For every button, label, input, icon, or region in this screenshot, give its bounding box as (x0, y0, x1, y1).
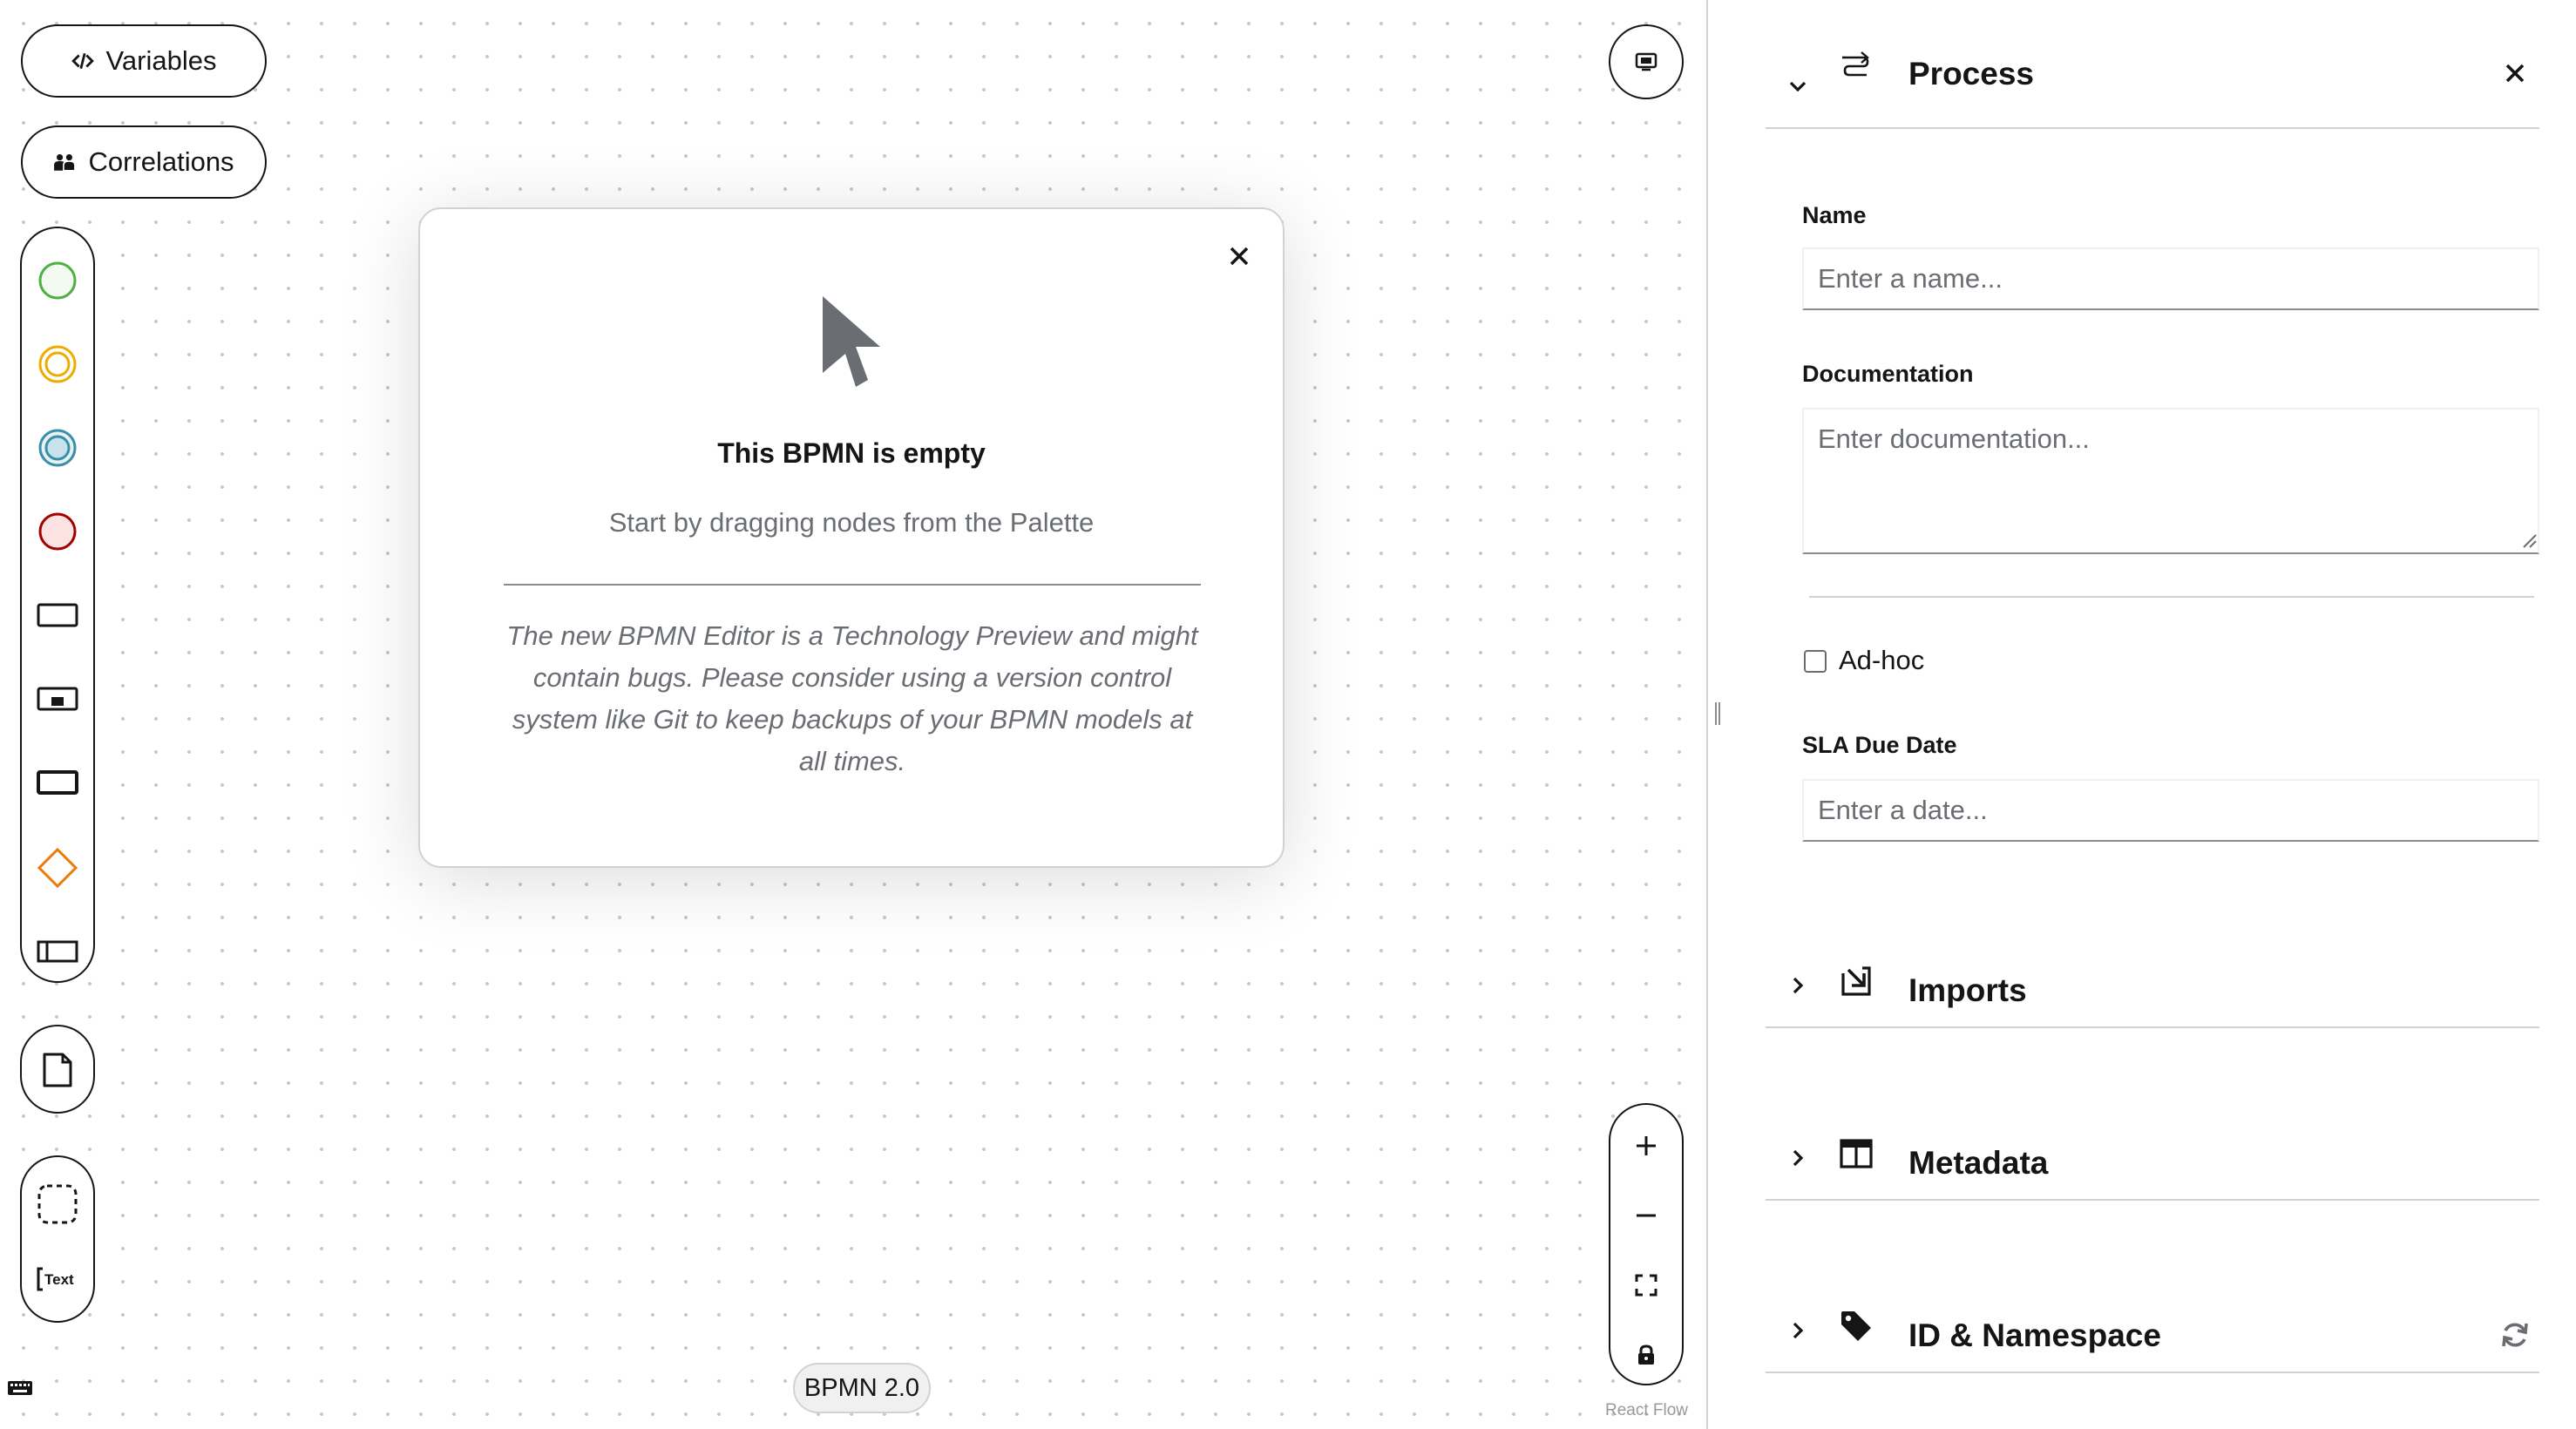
empty-state-subtitle: Start by dragging nodes from the Palette (608, 507, 1095, 538)
mouse-pointer-icon (823, 296, 880, 387)
tag-icon (1841, 1311, 1871, 1341)
process-collapse-toggle[interactable] (1783, 71, 1813, 101)
imports-section-header[interactable]: Imports (1766, 941, 2539, 1028)
empty-state-divider (504, 584, 1201, 586)
palette-end-event[interactable] (22, 497, 93, 566)
sync-icon (2502, 1323, 2528, 1347)
intermediate-throw-event-icon (38, 429, 77, 467)
section-divider (1809, 596, 2534, 598)
imports-section-icon (1839, 964, 1874, 999)
sla-due-date-input[interactable] (1802, 779, 2539, 842)
group-icon (37, 1184, 78, 1224)
imports-expand-toggle[interactable] (1783, 971, 1813, 1000)
metadata-section-header[interactable]: Metadata (1766, 1114, 2539, 1201)
data-object-icon (43, 1053, 72, 1087)
id-namespace-section-title: ID & Namespace (1908, 1317, 2161, 1353)
code-icon (71, 52, 94, 70)
start-event-icon (38, 261, 77, 300)
variables-label: Variables (105, 45, 217, 76)
process-flow-icon (1842, 51, 1869, 77)
process-section-title: Process (1908, 56, 2034, 91)
panel-resize-splitter[interactable] (1706, 0, 1727, 1429)
task-icon (37, 603, 78, 627)
zoom-controls (1609, 1103, 1684, 1385)
subprocess-icon (37, 687, 78, 711)
name-input[interactable] (1802, 247, 2539, 310)
keyboard-shortcuts-button[interactable] (7, 1378, 33, 1402)
regenerate-id-button[interactable] (2498, 1317, 2532, 1352)
palette-subprocess[interactable] (22, 664, 93, 734)
properties-panel: Process Name Documentation Ad-hoc SLA Du… (1727, 0, 2576, 1429)
lane-icon (37, 940, 78, 963)
metadata-section-icon (1839, 1136, 1874, 1171)
people-icon (54, 154, 77, 172)
splitter-grip-icon (1715, 702, 1720, 725)
imports-section-title: Imports (1908, 972, 2027, 1008)
minus-icon (1637, 1214, 1656, 1217)
data-object-palette (20, 1025, 95, 1114)
name-label: Name (1802, 202, 1867, 228)
bpmn-version-badge: BPMN 2.0 (793, 1363, 931, 1413)
plus-icon (1637, 1136, 1656, 1155)
palette-intermediate-catch-event[interactable] (22, 329, 93, 399)
empty-state-card: This BPMN is empty Start by dragging nod… (418, 207, 1285, 868)
empty-state-close-button[interactable] (1222, 239, 1257, 274)
chevron-right-icon (1793, 1149, 1804, 1167)
id-namespace-section-header[interactable]: ID & Namespace (1766, 1286, 2539, 1373)
metadata-section-title: Metadata (1908, 1145, 2049, 1181)
empty-state-title: This BPMN is empty (717, 437, 986, 469)
correlations-label: Correlations (88, 146, 234, 177)
zoom-in-button[interactable] (1610, 1112, 1682, 1180)
id-namespace-section-icon (1839, 1309, 1874, 1344)
palette-lane[interactable] (22, 917, 93, 986)
documentation-label: Documentation (1802, 361, 1974, 387)
palette-call-activity[interactable] (22, 748, 93, 817)
correlations-button[interactable]: Correlations (21, 125, 267, 199)
call-activity-icon (37, 770, 78, 795)
close-icon (2505, 64, 2525, 83)
documentation-textarea[interactable] (1802, 408, 2539, 554)
text-annotation-icon: Text (37, 1267, 74, 1291)
chevron-right-icon (1793, 1322, 1804, 1339)
palette-start-event[interactable] (22, 246, 93, 315)
sla-due-date-label: SLA Due Date (1802, 732, 1957, 758)
close-panel-button[interactable] (2498, 56, 2532, 91)
technology-preview-note: The new BPMN Editor is a Technology Prev… (506, 620, 1198, 776)
palette-text-annotation[interactable]: Text (22, 1244, 93, 1314)
fit-view-button[interactable] (1610, 1251, 1682, 1319)
react-flow-attribution[interactable]: React Flow (1605, 1401, 1688, 1420)
keyboard-icon (8, 1381, 32, 1395)
minimap-toggle-button[interactable] (1609, 24, 1684, 99)
intermediate-catch-event-icon (38, 345, 77, 383)
process-section-header[interactable]: Process (1766, 42, 2539, 129)
palette-intermediate-throw-event[interactable] (22, 413, 93, 483)
table-icon (1840, 1139, 1873, 1168)
palette-gateway[interactable] (22, 833, 93, 903)
process-section-icon (1839, 49, 1874, 84)
palette-group[interactable] (22, 1169, 93, 1239)
adhoc-label[interactable]: Ad-hoc (1839, 645, 1924, 676)
lock-button[interactable] (1610, 1321, 1682, 1389)
end-event-icon (38, 512, 77, 551)
chevron-right-icon (1793, 977, 1804, 994)
minimap-icon (1635, 52, 1657, 71)
palette-task[interactable] (22, 580, 93, 650)
adhoc-checkbox[interactable] (1804, 650, 1827, 673)
import-icon (1841, 966, 1871, 996)
gateway-icon (37, 847, 78, 889)
chevron-down-icon (1789, 81, 1807, 92)
diagram-canvas[interactable]: Variables Correlations Text React Flow B… (0, 0, 1706, 1429)
metadata-expand-toggle[interactable] (1783, 1143, 1813, 1173)
text-annotation-label: Text (44, 1271, 74, 1288)
node-palette (20, 227, 95, 983)
variables-button[interactable]: Variables (21, 24, 267, 98)
zoom-out-button[interactable] (1610, 1182, 1682, 1250)
resize-handle-icon[interactable] (2518, 530, 2538, 549)
fit-view-icon (1635, 1274, 1657, 1297)
artifact-palette: Text (20, 1155, 95, 1323)
palette-data-object[interactable] (22, 1035, 93, 1105)
close-icon (1230, 247, 1249, 266)
id-namespace-expand-toggle[interactable] (1783, 1316, 1813, 1345)
lock-icon (1638, 1344, 1654, 1365)
